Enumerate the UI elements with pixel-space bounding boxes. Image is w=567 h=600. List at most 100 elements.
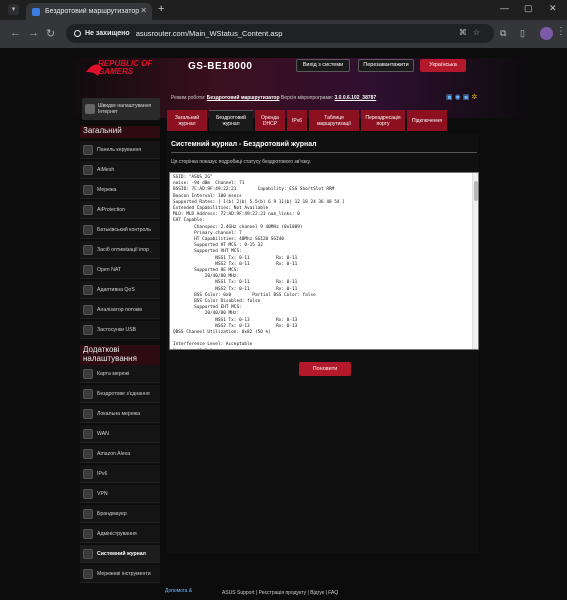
- usb-status-icon[interactable]: ▣: [446, 94, 455, 101]
- mode-link[interactable]: Бездротовий маршрутизатор: [207, 95, 280, 101]
- quick-setup-button[interactable]: Швидке налаштування Інтернет: [82, 98, 160, 120]
- sidebar-item-label: Засіб оптимізації іпор: [97, 246, 149, 253]
- sidebar-item-label: AiProtection: [97, 206, 125, 213]
- browser-tab[interactable]: Бездротовий маршрутизатор A ✕: [26, 3, 152, 20]
- sidebar-advanced-item-4[interactable]: Amazon Alexa: [80, 445, 160, 463]
- bookmark-star-icon[interactable]: ☆: [473, 28, 486, 37]
- sidebar-item-label: Карта мережі: [97, 370, 130, 377]
- sidebar-item-label: Бездротове з'єднання: [97, 390, 150, 397]
- sidebar-item-label: Адаптивна QoS: [97, 286, 135, 293]
- forward-icon[interactable]: →: [28, 27, 39, 39]
- sidebar-general-item-8[interactable]: Аналізатор потоків: [80, 301, 160, 319]
- sidebar-item-label: Панель керування: [97, 146, 142, 153]
- profile-avatar[interactable]: [540, 27, 553, 40]
- extensions-icon[interactable]: ⧉: [500, 28, 506, 39]
- tab-dhcp-leases[interactable]: Оренда DHCP: [255, 110, 285, 131]
- browser-tab-bar: ▾ Бездротовий маршрутизатор A ✕ + — ▢ ✕: [0, 0, 567, 20]
- logout-button[interactable]: Вихід з системи: [296, 59, 350, 72]
- map-icon: [83, 368, 93, 379]
- wifi-status-icon[interactable]: ◉: [455, 94, 463, 101]
- mode-prefix: Режим роботи:: [171, 95, 206, 101]
- sidebar-advanced-item-6[interactable]: VPN: [80, 485, 160, 503]
- sidebar-advanced-item-7[interactable]: Брандмауер: [80, 505, 160, 523]
- firewall-icon: [83, 508, 93, 519]
- dashboard-icon: [83, 144, 93, 155]
- tab-title: Бездротовий маршрутизатор A: [45, 8, 141, 15]
- sidebar-general-item-7[interactable]: Адаптивна QoS: [80, 281, 160, 299]
- shield-icon: [83, 204, 93, 215]
- wireless-log-textarea[interactable]: SSID: "ASUS_2G" noise: -94 dBm Channel: 7…: [169, 172, 479, 350]
- sidebar-item-label: VPN: [97, 490, 108, 497]
- footer-links[interactable]: ASUS Support | Реєстрація продукту | Від…: [222, 590, 338, 596]
- tab-connections[interactable]: Підключення: [407, 110, 447, 131]
- mesh-icon: [83, 164, 93, 175]
- sidebar-advanced-item-9[interactable]: Системний журнал: [80, 545, 160, 563]
- page-title: Системний журнал - Бездротовий журнал: [171, 141, 317, 148]
- sidebar-item-label: Батьківський контроль: [97, 226, 152, 233]
- reboot-button[interactable]: Перезавантажити: [358, 59, 414, 72]
- refresh-button[interactable]: Поновити: [299, 362, 351, 376]
- tab-list-button[interactable]: ▾: [8, 4, 19, 15]
- page-description: Ця сторінка показує подробиці статусу бе…: [171, 159, 311, 165]
- reload-icon[interactable]: ↻: [46, 27, 55, 40]
- sidebar-general-item-3[interactable]: AiProtection: [80, 201, 160, 219]
- log-scrollbar[interactable]: [472, 173, 478, 349]
- tab-port-forwarding[interactable]: Переадресація порту: [361, 110, 405, 131]
- url-text[interactable]: asusrouter.com/Main_WStatus_Content.asp: [136, 29, 283, 38]
- sidebar-item-label: Аналізатор потоків: [97, 306, 143, 313]
- router-page: REPUBLIC OF GAMERS GS-BE18000 Вихід з си…: [0, 48, 567, 600]
- new-tab-button[interactable]: +: [158, 3, 164, 15]
- sidebar-general-item-0[interactable]: Панель керування: [80, 141, 160, 159]
- translate-icon[interactable]: ⌘: [459, 28, 473, 37]
- log-tabs: Загальний журнал Бездротовий журнал Орен…: [167, 110, 449, 132]
- admin-icon: [83, 528, 93, 539]
- sidebar-general-item-2[interactable]: Мережа: [80, 181, 160, 199]
- close-window-button[interactable]: ✕: [549, 3, 557, 14]
- sidebar-advanced-item-10[interactable]: Мережеві інструменти: [80, 565, 160, 583]
- sidebar-item-label: Брандмауер: [97, 510, 127, 517]
- sidebar-item-label: AiMesh: [97, 166, 115, 173]
- menu-icon[interactable]: ⋮: [556, 26, 566, 37]
- network-icon: [83, 184, 93, 195]
- sidebar-general-item-1[interactable]: AiMesh: [80, 161, 160, 179]
- back-icon[interactable]: ←: [10, 27, 21, 39]
- sidebar-general-item-6[interactable]: Open NAT: [80, 261, 160, 279]
- settings-status-icon[interactable]: ✲: [471, 94, 479, 101]
- tab-close-icon[interactable]: ✕: [140, 6, 147, 15]
- parental-icon: [83, 224, 93, 235]
- firmware-prefix: Версія мікропрограми:: [280, 95, 334, 101]
- sidepanel-icon[interactable]: ▯: [520, 28, 525, 39]
- sidebar-advanced-heading: Додаткові налаштування: [80, 345, 160, 365]
- sidebar-general-item-4[interactable]: Батьківський контроль: [80, 221, 160, 239]
- scroll-thumb[interactable]: [474, 181, 478, 201]
- sidebar-advanced-item-8[interactable]: Адміністрування: [80, 525, 160, 543]
- lan-icon: [83, 408, 93, 419]
- wizard-icon: [85, 104, 95, 114]
- sidebar-item-label: Локальна мережа: [97, 410, 140, 417]
- security-warning[interactable]: Не захищено: [85, 30, 130, 37]
- logo-line2: GAMERS: [98, 67, 134, 76]
- vpn-icon: [83, 488, 93, 499]
- sidebar-advanced-item-1[interactable]: Бездротове з'єднання: [80, 385, 160, 403]
- ipv6-icon: [83, 468, 93, 479]
- maximize-button[interactable]: ▢: [524, 3, 533, 14]
- model-name: GS-BE18000: [188, 61, 253, 72]
- sidebar-advanced-item-0[interactable]: Карта мережі: [80, 365, 160, 383]
- minimize-button[interactable]: —: [500, 3, 509, 13]
- language-select[interactable]: Українська: [420, 59, 466, 72]
- firmware-link[interactable]: 3.0.0.6.102_38787: [334, 95, 376, 101]
- tab-routing-table[interactable]: Таблиця маршрутизації: [309, 110, 359, 131]
- tab-general-log[interactable]: Загальний журнал: [167, 110, 207, 131]
- sidebar-advanced-item-5[interactable]: IPv6: [80, 465, 160, 483]
- help-link[interactable]: Допомога &: [165, 588, 192, 594]
- address-bar[interactable]: Не захищено asusrouter.com/Main_WStatus_…: [66, 24, 494, 43]
- sidebar-advanced-item-3[interactable]: WAN: [80, 425, 160, 443]
- tab-ipv6[interactable]: IPv6: [287, 110, 307, 131]
- sidebar-advanced-item-2[interactable]: Локальна мережа: [80, 405, 160, 423]
- sidebar-general-item-5[interactable]: Засіб оптимізації іпор: [80, 241, 160, 259]
- sidebar-general-item-9[interactable]: Застосунки USB: [80, 321, 160, 339]
- mode-line: Режим роботи: Бездротовий маршрутизатор …: [171, 95, 376, 101]
- tab-wireless-log[interactable]: Бездротовий журнал: [209, 110, 253, 131]
- sidebar-item-label: Системний журнал: [97, 550, 146, 557]
- warning-icon[interactable]: [74, 30, 81, 37]
